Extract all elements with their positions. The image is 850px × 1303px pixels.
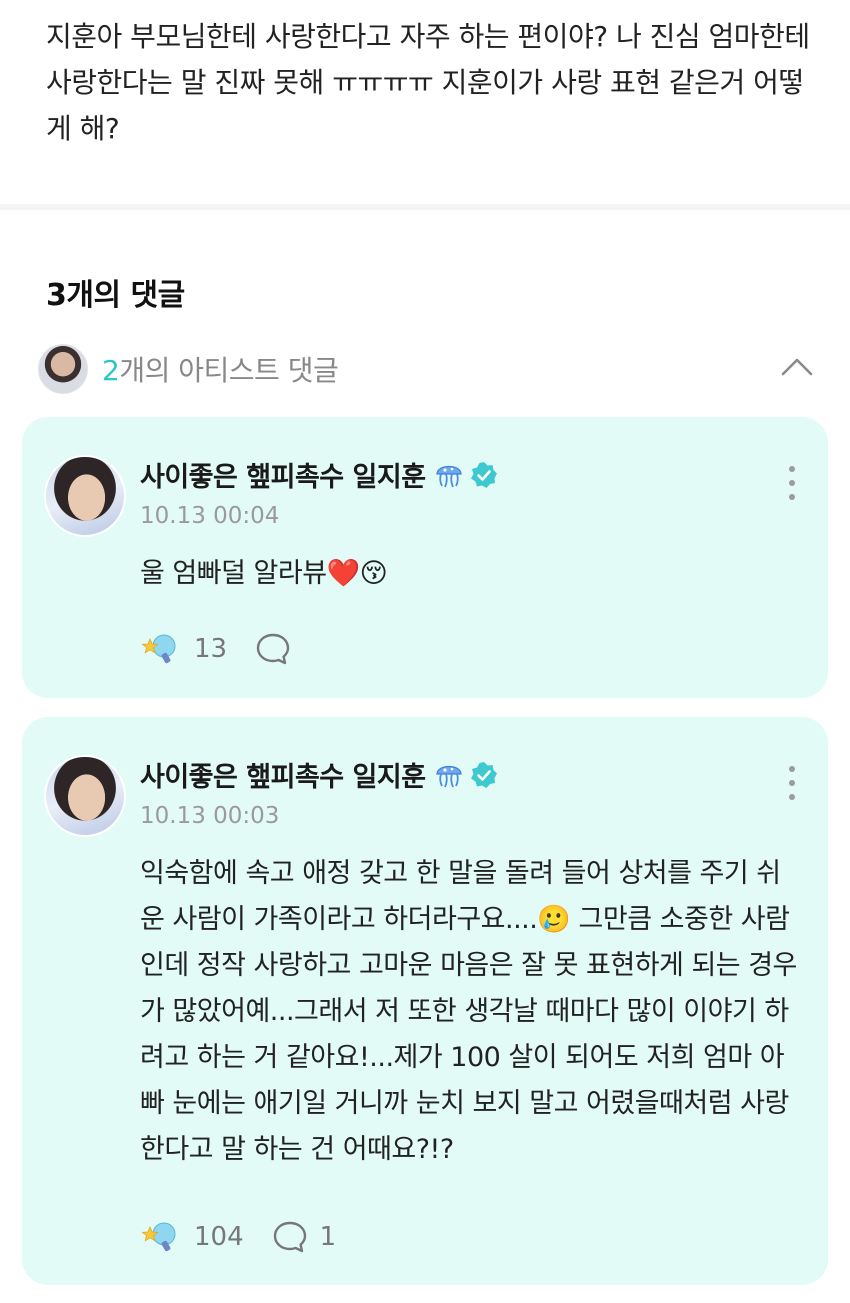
- post-body-text: 지훈아 부모님한테 사랑한다고 자주 하는 편이야? 나 진심 엄마한테 사랑한…: [46, 20, 810, 145]
- artist-comments-toggle[interactable]: 2개의 아티스트 댓글: [38, 342, 818, 396]
- artist-comment-card: 사이좋은 햎피촉수 일지훈 10.13 00:03 익숙함에 속고 애정 갖고 …: [22, 717, 828, 1285]
- jellyfish-icon: [435, 765, 462, 787]
- jellyfish-icon: [435, 465, 462, 487]
- star-wand-like-icon[interactable]: [140, 1217, 180, 1257]
- comment-author-name[interactable]: 사이좋은 햎피촉수 일지훈: [140, 755, 426, 794]
- artist-comments-count: 2: [102, 354, 120, 387]
- verified-badge-icon: [470, 761, 497, 788]
- artist-mini-avatar: [38, 344, 88, 394]
- verified-badge-icon: [470, 461, 497, 488]
- like-count: 104: [194, 1222, 244, 1252]
- avatar[interactable]: [44, 455, 126, 537]
- artist-comments-label-text: 개의 아티스트 댓글: [119, 354, 339, 387]
- chevron-up-icon[interactable]: [780, 354, 814, 378]
- comment-timestamp: 10.13 00:03: [140, 803, 280, 829]
- artist-comments-label: 2개의 아티스트 댓글: [102, 349, 339, 389]
- like-count: 13: [194, 634, 228, 664]
- comment-author-row: 사이좋은 햎피촉수 일지훈: [140, 755, 498, 794]
- comment-text: 울 엄빠덜 알라뷰❤️😚: [140, 558, 388, 589]
- star-wand-like-icon[interactable]: [140, 629, 180, 669]
- comment-actions: 104 1: [140, 1217, 336, 1257]
- reply-count: 1: [319, 1222, 337, 1252]
- avatar[interactable]: [44, 755, 126, 837]
- comment-timestamp: 10.13 00:04: [140, 503, 280, 529]
- comment-author-name[interactable]: 사이좋은 햎피촉수 일지훈: [140, 455, 426, 494]
- section-divider: [0, 204, 850, 210]
- more-vertical-icon[interactable]: [782, 763, 802, 803]
- comment-text: 익숙함에 속고 애정 갖고 한 말을 돌려 들어 상처를 주기 쉬운 사람이 가…: [140, 858, 797, 1165]
- speech-bubble-icon[interactable]: [255, 631, 291, 667]
- comments-count-title: 3개의 댓글: [46, 278, 185, 313]
- speech-bubble-icon[interactable]: [272, 1219, 308, 1255]
- artist-comment-card: 사이좋은 햎피촉수 일지훈 10.13 00:04 울 엄빠덜 알라뷰❤️😚 1…: [22, 417, 828, 698]
- more-vertical-icon[interactable]: [782, 463, 802, 503]
- comment-actions: 13: [140, 629, 303, 669]
- comment-author-row: 사이좋은 햎피촉수 일지훈: [140, 455, 498, 494]
